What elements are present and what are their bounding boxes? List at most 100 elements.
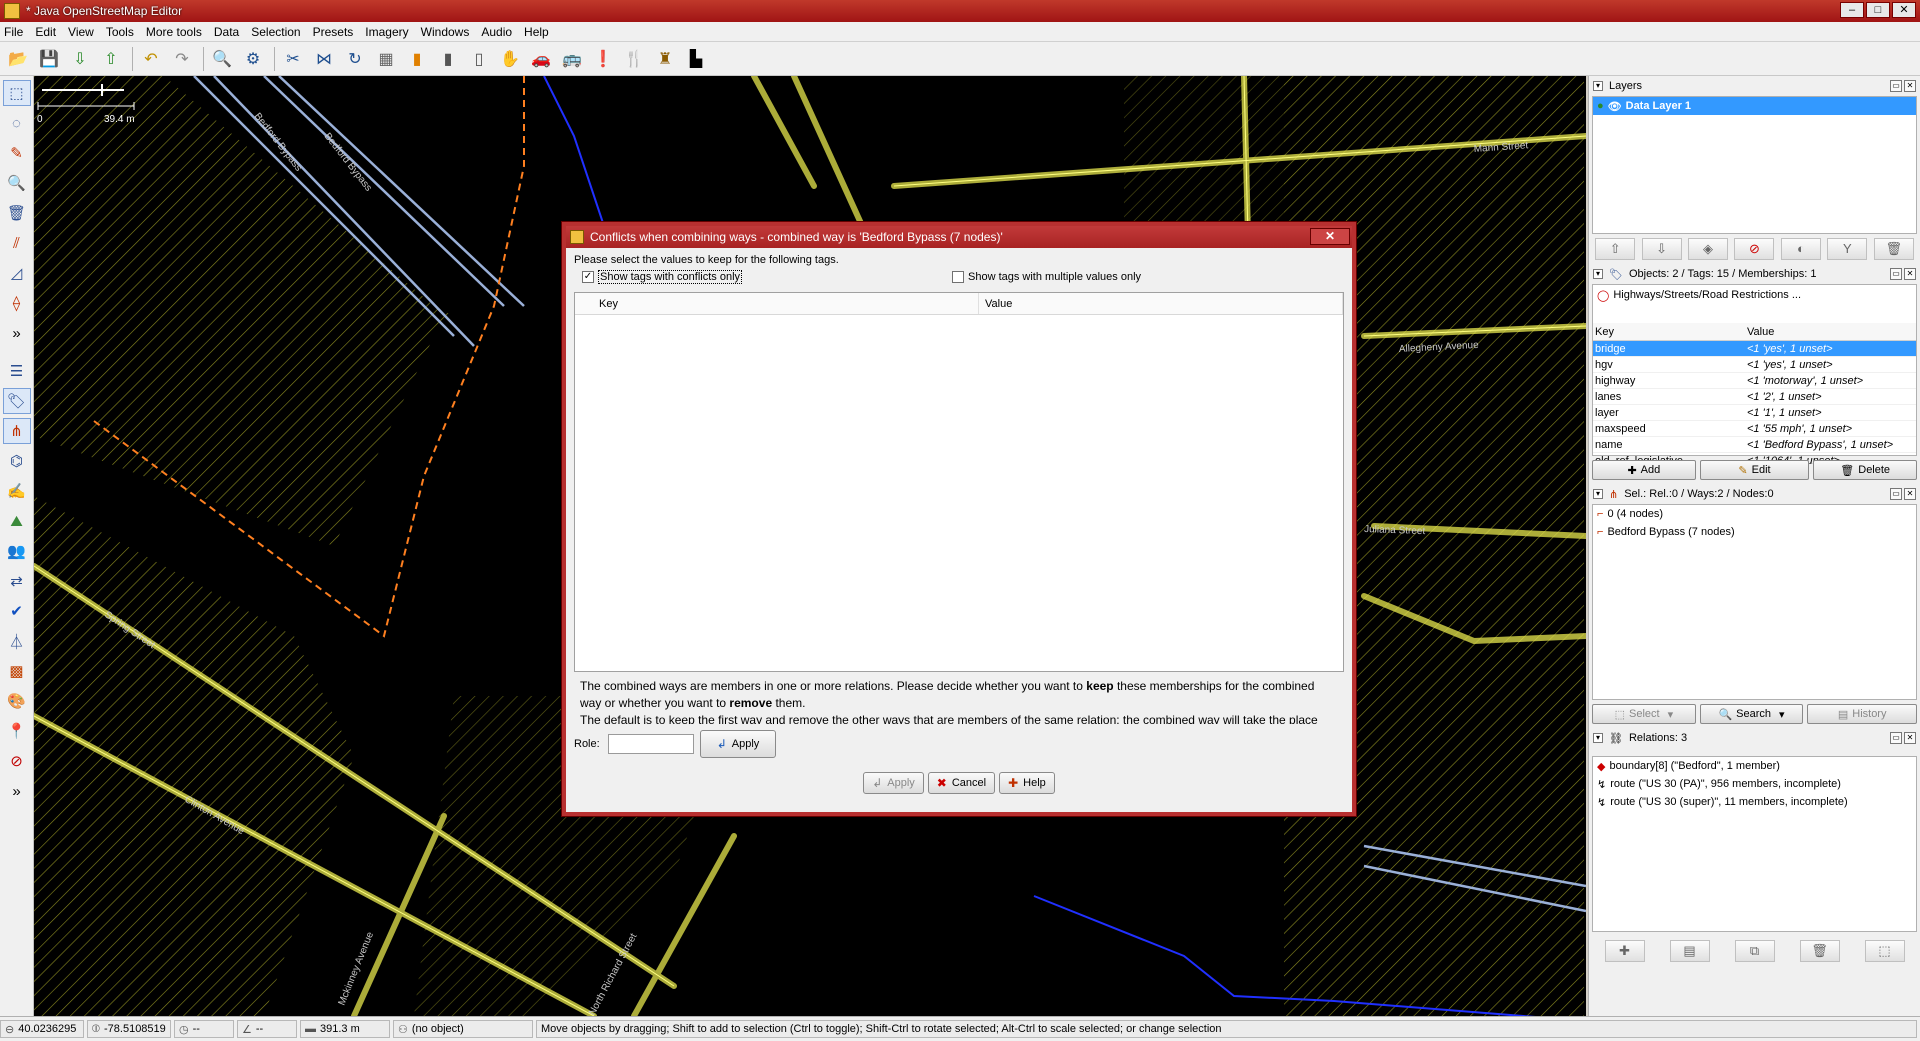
close-panel-icon[interactable]: ✕: [1904, 488, 1916, 500]
imagery-panel-icon[interactable]: ⛰: [3, 508, 31, 534]
draw-mode-icon[interactable]: ✎: [3, 140, 31, 166]
menu-selection[interactable]: Selection: [251, 25, 300, 39]
menu-more-tools[interactable]: More tools: [146, 25, 202, 39]
selection-list-icon[interactable]: ⋔: [2, 418, 31, 444]
tag-value[interactable]: <1 '1', 1 unset>: [1745, 405, 1916, 421]
download-icon[interactable]: ⇩: [66, 45, 94, 73]
more-panels-icon[interactable]: »: [3, 778, 31, 804]
delete-relation-icon[interactable]: 🗑: [1799, 940, 1840, 962]
selection-panel-header[interactable]: ▾ ⋔ Sel.: Rel.:0 / Ways:2 / Nodes:0 ▭ ✕: [1589, 484, 1920, 504]
duplicate-relation-icon[interactable]: ⧉: [1734, 940, 1775, 962]
detach-icon[interactable]: ▭: [1890, 268, 1902, 280]
tag-key[interactable]: layer: [1593, 405, 1745, 421]
show-conflicts-label[interactable]: Show tags with conflicts only: [598, 270, 743, 284]
improve-way-icon[interactable]: ⟠: [3, 290, 31, 316]
tag-value[interactable]: <1 'yes', 1 unset>: [1745, 357, 1916, 373]
preset-link[interactable]: ◯ Highways/Streets/Road Restrictions ...: [1593, 285, 1916, 305]
move-down-icon[interactable]: ⇩: [1641, 238, 1682, 260]
commands-icon[interactable]: ⌬: [3, 448, 31, 474]
opacity-icon[interactable]: ◐: [1780, 238, 1821, 260]
restaurant-icon[interactable]: 🍴: [620, 45, 648, 73]
detach-icon[interactable]: ▭: [1890, 80, 1902, 92]
relation-item[interactable]: ◆ boundary[8] ("Bedford", 1 member): [1593, 757, 1916, 775]
add-tag-button[interactable]: ✚ Add: [1592, 460, 1696, 480]
imagery-icon[interactable]: ▦: [372, 45, 400, 73]
map-paint-icon[interactable]: 🎨: [3, 688, 31, 714]
save-icon[interactable]: 💾: [35, 45, 63, 73]
split-way-icon[interactable]: ✂: [279, 45, 307, 73]
close-panel-icon[interactable]: ✕: [1904, 732, 1916, 744]
show-multiple-label[interactable]: Show tags with multiple values only: [968, 271, 1141, 283]
no-entry-icon[interactable]: ⊘: [3, 748, 31, 774]
move-up-icon[interactable]: ⇧: [1595, 238, 1636, 260]
minimize-button[interactable]: –: [1840, 2, 1864, 18]
tag-value[interactable]: <1 '2', 1 unset>: [1745, 389, 1916, 405]
tag-key[interactable]: lanes: [1593, 389, 1745, 405]
lasso-mode-icon[interactable]: ◌: [3, 110, 31, 136]
collapse-icon[interactable]: ▾: [1593, 269, 1603, 279]
collapse-icon[interactable]: ▾: [1593, 81, 1603, 91]
layers-list[interactable]: ● 👁 Data Layer 1: [1592, 96, 1917, 234]
traffic-signals-icon[interactable]: ▯: [465, 45, 493, 73]
menu-tools[interactable]: Tools: [106, 25, 134, 39]
bus-icon[interactable]: 🚌: [558, 45, 586, 73]
merge-icon[interactable]: Y: [1827, 238, 1868, 260]
activate-layer-icon[interactable]: ◈: [1688, 238, 1729, 260]
tag-key[interactable]: hgv: [1593, 357, 1745, 373]
selection-item[interactable]: ⌐ Bedford Bypass (7 nodes): [1593, 523, 1916, 541]
tag-value[interactable]: <1 'motorway', 1 unset>: [1745, 373, 1916, 389]
refresh-icon[interactable]: ↻: [341, 45, 369, 73]
authors-icon[interactable]: 👥: [3, 538, 31, 564]
tag-key[interactable]: maxspeed: [1593, 421, 1745, 437]
notes-icon[interactable]: 📍: [3, 718, 31, 744]
menu-presets[interactable]: Presets: [313, 25, 354, 39]
preferences-icon[interactable]: ⚙: [239, 45, 267, 73]
relations-list[interactable]: ◆ boundary[8] ("Bedford", 1 member) ↯ rout…: [1592, 756, 1917, 932]
tags-panel-header[interactable]: ▾ 🏷 Objects: 2 / Tags: 15 / Memberships:…: [1589, 264, 1920, 284]
collapse-icon[interactable]: ▾: [1593, 733, 1603, 743]
select-mode-icon[interactable]: ⬚: [2, 80, 31, 106]
conflicts-icon[interactable]: ⇄: [3, 568, 31, 594]
zoom-data-icon[interactable]: 🔍: [208, 45, 236, 73]
detach-icon[interactable]: ▭: [1890, 732, 1902, 744]
open-icon[interactable]: 📂: [4, 45, 32, 73]
factory-icon[interactable]: ▙: [682, 45, 710, 73]
castle-icon[interactable]: ♜: [651, 45, 679, 73]
menu-help[interactable]: Help: [524, 25, 549, 39]
tags-list[interactable]: ◯ Highways/Streets/Road Restrictions ...…: [1592, 284, 1917, 469]
validation-icon[interactable]: ✔: [3, 598, 31, 624]
road-segment[interactable]: [751, 76, 817, 189]
redo-icon[interactable]: ↷: [168, 45, 196, 73]
parallel-mode-icon[interactable]: ⫽: [3, 230, 31, 256]
zoom-mode-icon[interactable]: 🔍: [3, 170, 31, 196]
relation-item[interactable]: ↯ route ("US 30 (super)", 11 members, inc…: [1593, 793, 1916, 811]
close-panel-icon[interactable]: ✕: [1904, 80, 1916, 92]
selection-list[interactable]: ⌐ 0 (4 nodes) ⌐ Bedford Bypass (7 nodes): [1592, 504, 1917, 700]
menu-edit[interactable]: Edit: [35, 25, 56, 39]
show-conflicts-checkbox[interactable]: ✓: [582, 271, 594, 283]
combine-way-icon[interactable]: ⋈: [310, 45, 338, 73]
tag-key[interactable]: name: [1593, 437, 1745, 453]
layer-visible-icon[interactable]: 👁: [1608, 100, 1622, 113]
relations-panel-header[interactable]: ▾ ⛓ Relations: 3 ▭ ✕: [1589, 728, 1920, 748]
tag-key[interactable]: bridge: [1593, 341, 1745, 357]
upload-icon[interactable]: ⇧: [97, 45, 125, 73]
edit-relation-icon[interactable]: ▤: [1669, 940, 1710, 962]
lanes-preset-icon[interactable]: ▮: [434, 45, 462, 73]
history-button[interactable]: ▤ History: [1807, 704, 1917, 724]
warning-icon[interactable]: ❗: [589, 45, 617, 73]
search-button[interactable]: 🔍 Search ▾: [1699, 704, 1804, 724]
menu-imagery[interactable]: Imagery: [365, 25, 408, 39]
col-value-header[interactable]: Value: [979, 293, 1343, 314]
undo-icon[interactable]: ↶: [137, 45, 165, 73]
menu-view[interactable]: View: [68, 25, 94, 39]
tag-key[interactable]: highway: [1593, 373, 1745, 389]
menu-file[interactable]: File: [4, 25, 23, 39]
filter-icon[interactable]: ⏃: [3, 628, 31, 654]
dropdown-arrow-icon[interactable]: ▾: [1668, 708, 1674, 721]
tags-col-key[interactable]: Key: [1593, 323, 1745, 341]
delete-layer-icon[interactable]: 🗑: [1873, 238, 1914, 260]
role-input[interactable]: [607, 734, 694, 754]
edit-tag-button[interactable]: ✎ Edit: [1699, 460, 1810, 480]
delete-tag-button[interactable]: 🗑 Delete: [1813, 460, 1917, 480]
